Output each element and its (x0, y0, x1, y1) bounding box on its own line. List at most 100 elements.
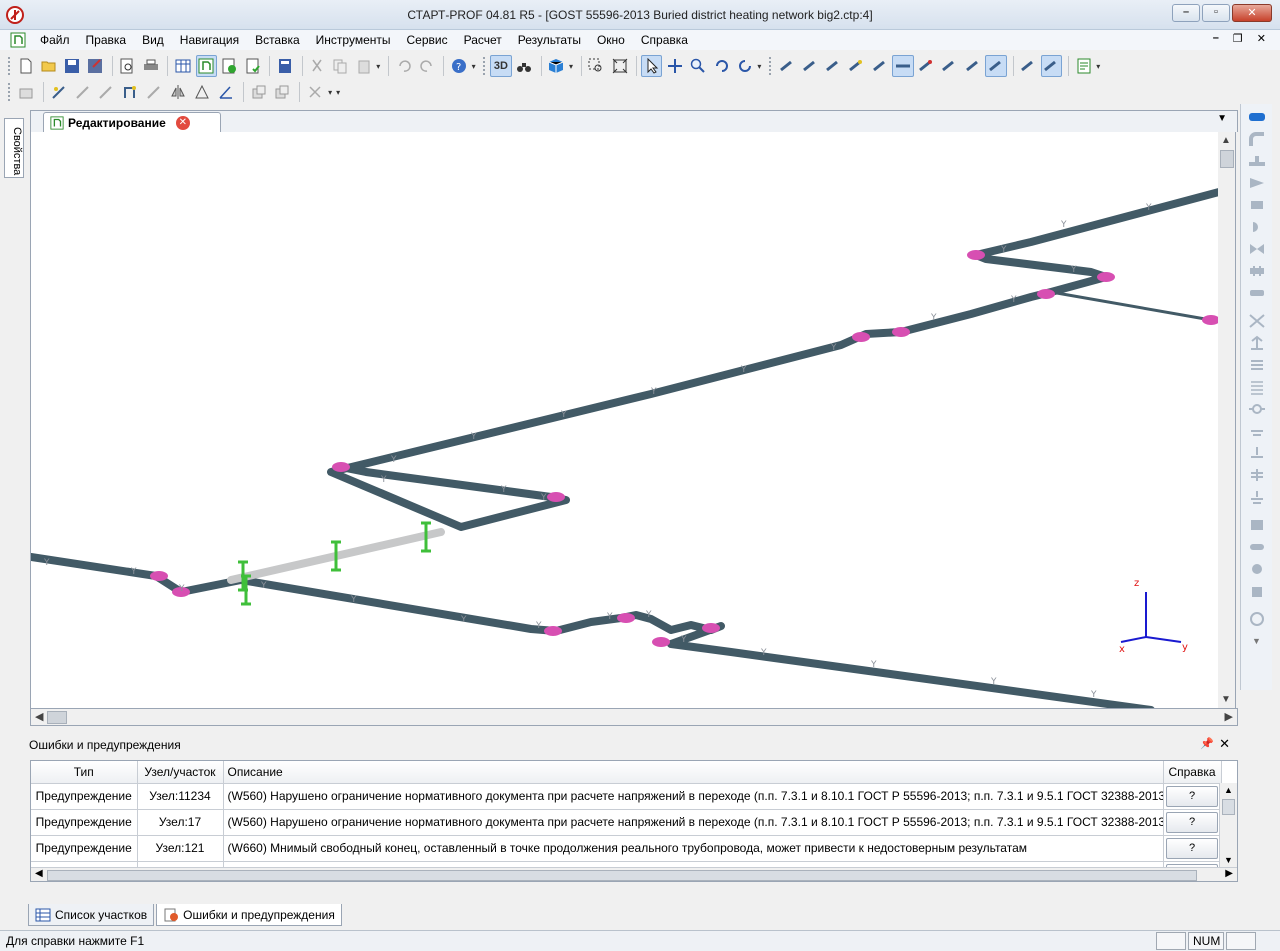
insert-equipment-button[interactable] (1246, 516, 1268, 534)
delete-dropdown-icon[interactable]: ▾ (328, 88, 336, 97)
horizontal-scroll-thumb[interactable] (47, 711, 67, 724)
help-button[interactable]: ? (448, 55, 469, 77)
pipe-bend[interactable] (617, 613, 635, 623)
report-button[interactable] (1073, 55, 1094, 77)
pipe-run[interactable] (1049, 290, 1213, 322)
mirror-button[interactable] (167, 81, 189, 103)
insert-restraint-button[interactable] (1246, 356, 1268, 374)
menu-item-5[interactable]: Инструменты (316, 33, 391, 47)
scroll-down-icon[interactable]: ▼ (1221, 694, 1231, 705)
close-window-button[interactable]: ✕ (1232, 4, 1272, 22)
insert-pipe-button[interactable] (1246, 108, 1268, 126)
pan-tool-button[interactable] (664, 55, 685, 77)
zoom-tool-button[interactable] (688, 55, 709, 77)
edit-mode-button[interactable] (195, 55, 217, 77)
menu-item-2[interactable]: Вид (142, 33, 164, 47)
pipe-view-5-button[interactable] (869, 55, 890, 77)
viewport-vertical-scrollbar[interactable]: ▲ ▼ (1218, 132, 1236, 708)
close-panel-icon[interactable]: ✕ (1219, 736, 1230, 752)
table-row[interactable]: Предупреждение Узел:121 (W660) Мнимый своб… (31, 835, 1222, 862)
insert-sliding-button[interactable] (1246, 444, 1268, 462)
pipe-view-2-button[interactable] (799, 55, 820, 77)
insert-soil-button[interactable] (1246, 488, 1268, 506)
table-row[interactable]: Предупреждение Узел:11234 (W560) Нарушено … (31, 783, 1222, 810)
vertical-scroll-thumb[interactable] (1220, 150, 1234, 168)
table-view-button[interactable] (172, 55, 193, 77)
help-button[interactable]: ? (1166, 785, 1218, 807)
menu-item-1[interactable]: Правка (86, 33, 127, 47)
toolbar-overflow-icon[interactable]: ▾ (472, 62, 480, 71)
insert-pump-button[interactable] (1246, 560, 1268, 578)
insert-hanger-button[interactable] (1246, 400, 1268, 418)
model-viewport[interactable]: YYYYYYYYYYYYYYYYYYYYYYYYYYYYY z x y (30, 132, 1218, 708)
pipe-view-12-button[interactable] (1040, 55, 1063, 77)
angle-button[interactable] (215, 81, 237, 103)
find-button[interactable] (514, 55, 535, 77)
rotate-tool-button[interactable] (711, 55, 732, 77)
column-header-node[interactable]: Узел/участок (137, 761, 224, 784)
menu-item-7[interactable]: Расчет (464, 33, 502, 47)
tab-editing[interactable]: Редактирование ✕ (43, 112, 221, 133)
pipe-view-8-button[interactable] (939, 55, 960, 77)
insert-tee-button[interactable] (1246, 152, 1268, 170)
pipe-bend[interactable] (1037, 289, 1055, 299)
errors-horizontal-thumb[interactable] (47, 870, 1197, 881)
results-overflow-icon[interactable]: ▾ (1096, 62, 1104, 71)
menu-item-0[interactable]: Файл (40, 33, 70, 47)
insert-compensator-button[interactable] (1246, 262, 1268, 280)
viewport-horizontal-scrollbar[interactable]: ◀ ▶ (30, 708, 1238, 726)
pin-icon[interactable]: 📌 (1200, 737, 1214, 750)
paste-element-button[interactable] (271, 81, 293, 103)
pipe-bend[interactable] (1097, 272, 1115, 282)
insert-bend-button[interactable] (1246, 130, 1268, 148)
insert-valve-button[interactable] (1246, 240, 1268, 258)
insert-anchor-button[interactable] (1246, 312, 1268, 330)
rotate-axis-button[interactable] (734, 55, 755, 77)
mdi-minimize-icon[interactable]: – (1213, 32, 1219, 45)
mdi-restore-icon[interactable]: ❐ (1233, 32, 1243, 45)
new-file-button[interactable] (15, 55, 36, 77)
panel-overflow-button[interactable]: ▼ (1246, 632, 1268, 650)
errors-horizontal-scrollbar[interactable]: ◀ ▶ (31, 867, 1237, 881)
insert-support-button[interactable] (1246, 422, 1268, 440)
column-header-type[interactable]: Тип (31, 761, 138, 784)
cut-button[interactable] (307, 55, 328, 77)
preview-button[interactable] (117, 55, 138, 77)
paste-button[interactable] (353, 55, 374, 77)
help-button[interactable]: ? (1166, 811, 1218, 833)
pipe-view-3-button[interactable] (823, 55, 844, 77)
pipe-bend[interactable] (652, 637, 670, 647)
pipeline-model[interactable]: YYY YYYYY YYYYYYYYYYYYYYYYYYYYY z x y (31, 132, 1218, 708)
tab-sections-list[interactable]: Список участков (28, 904, 155, 926)
tab-errors-warnings[interactable]: Ошибки и предупреждения (156, 904, 342, 926)
redo-button[interactable] (416, 55, 437, 77)
document-icon[interactable] (10, 32, 26, 48)
tab-list-dropdown-icon[interactable]: ▼ (1217, 113, 1227, 124)
paste-dropdown-icon[interactable]: ▾ (376, 62, 384, 71)
pipe-bend[interactable] (547, 492, 565, 502)
open-file-button[interactable] (38, 55, 59, 77)
view-dropdown-icon[interactable]: ▾ (569, 62, 577, 71)
menu-item-10[interactable]: Справка (641, 33, 688, 47)
close-tab-icon[interactable]: ✕ (175, 116, 190, 130)
scroll-down-icon[interactable]: ▼ (1224, 855, 1233, 865)
select-tool-button[interactable] (641, 55, 663, 77)
save-as-button[interactable] (85, 55, 106, 77)
help-button[interactable]: ? (1166, 837, 1218, 859)
insert-cap-button[interactable] (1246, 218, 1268, 236)
view-cube-button[interactable] (546, 55, 567, 77)
calculator-button[interactable] (274, 55, 295, 77)
edit-tool-2-button[interactable] (48, 81, 70, 103)
properties-tab[interactable]: Свойства (4, 118, 24, 178)
undo-button[interactable] (393, 55, 414, 77)
pipe-run[interactable] (31, 553, 1155, 708)
edit-tool-4-button[interactable] (96, 81, 118, 103)
pipe-view-9-button[interactable] (962, 55, 983, 77)
pipe-view-11-button[interactable] (1018, 55, 1039, 77)
insert-gauge-button[interactable] (1246, 610, 1268, 628)
edit-tool-5-button[interactable] (119, 81, 141, 103)
errors-vertical-scrollbar[interactable]: ▲ ▼ (1219, 783, 1237, 867)
insert-vessel-button[interactable] (1246, 538, 1268, 556)
scroll-left-icon[interactable]: ◀ (35, 710, 43, 723)
mdi-close-icon[interactable]: ✕ (1257, 32, 1266, 45)
